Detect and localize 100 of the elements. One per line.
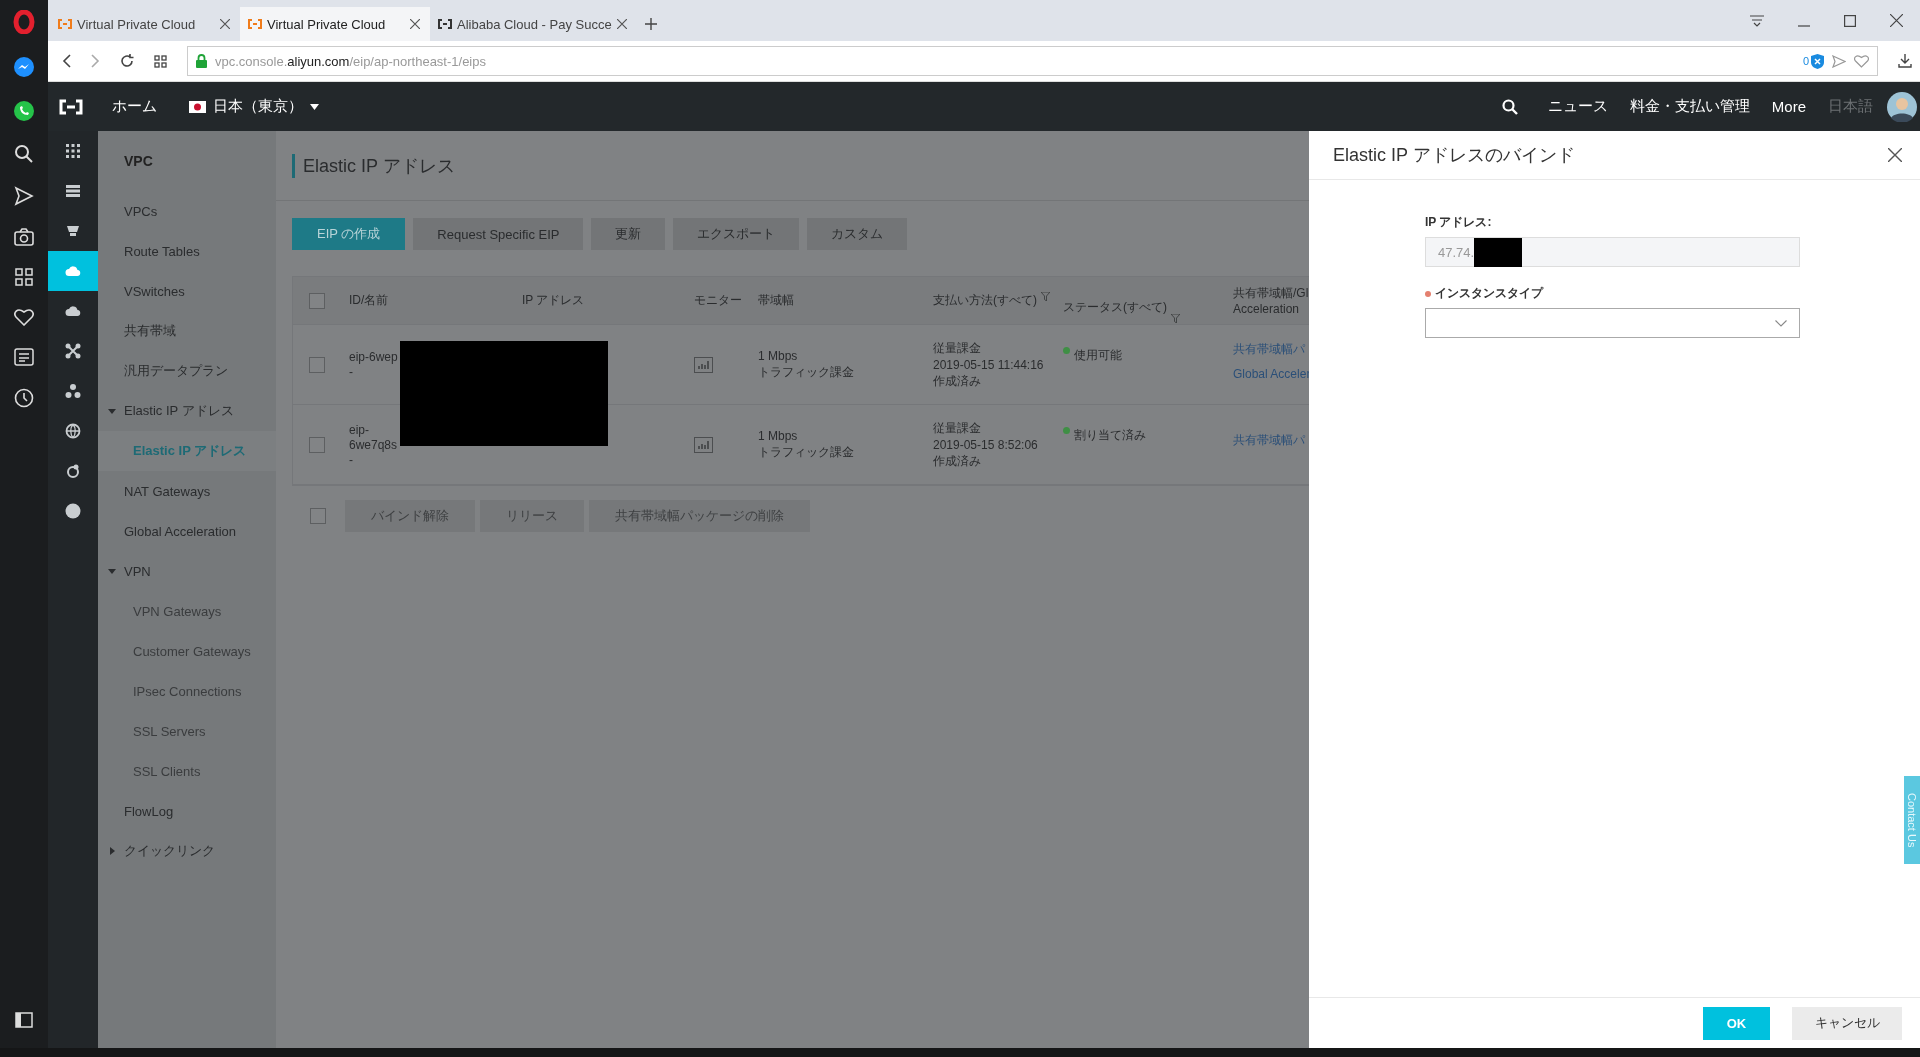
table-cell-text: eip- 6we7q8s -: [348, 421, 399, 469]
table-cell-text: 1 Mbps トラフィック課金: [757, 427, 855, 461]
sidebar-item[interactable]: Elastic IP アドレス: [98, 391, 276, 431]
column-header: 共有帯域幅/Gl Acceleration: [1232, 285, 1309, 318]
toolbar-button[interactable]: カスタム: [807, 218, 908, 250]
sidebar-title: VPC: [123, 152, 154, 171]
toolbar-button[interactable]: Request Specific EIP: [413, 218, 584, 250]
sidebar-subitem[interactable]: IPsec Connections: [98, 671, 276, 711]
caret-icon: [310, 103, 319, 110]
maximize-icon[interactable]: [1844, 15, 1856, 27]
search-icon[interactable]: [1501, 98, 1518, 115]
column-header: IP アドレス: [521, 292, 586, 309]
toolbar-button[interactable]: EIP の作成: [292, 218, 406, 250]
column-header: 帯域幅: [757, 292, 795, 309]
checkbox[interactable]: [309, 436, 325, 453]
caret-icon: [108, 407, 116, 415]
sidebar-item[interactable]: VPN: [98, 551, 276, 591]
circle-icon: [65, 503, 81, 519]
new-tab-icon[interactable]: [644, 18, 657, 30]
whatsapp-icon[interactable]: [13, 100, 35, 122]
sidebar-item[interactable]: 共有帯域: [98, 311, 276, 351]
caret-icon: [108, 847, 116, 855]
flag-icon: [189, 100, 206, 113]
browser-tab[interactable]: Alibaba Cloud - Pay Succe: [430, 7, 637, 41]
close-icon[interactable]: [220, 19, 230, 29]
grid-icon: [65, 143, 81, 159]
close-icon[interactable]: [616, 19, 627, 29]
language-link[interactable]: 日本語: [1828, 97, 1873, 116]
redaction-block: [1474, 237, 1523, 267]
reload-icon[interactable]: [120, 54, 134, 68]
browser-tab[interactable]: Virtual Private Cloud: [50, 7, 240, 41]
sidebar-item[interactable]: VPCs: [98, 191, 276, 231]
sidebar-item[interactable]: NAT Gateways: [98, 471, 276, 511]
cloud-icon: [65, 263, 81, 279]
sidebar-item[interactable]: クイックリンク: [98, 831, 276, 871]
table-cell-text: 従量課金 2019-05-15 8:52:06 作成済み: [932, 419, 1039, 470]
table-cell-text: 1 Mbps トラフィック課金: [757, 347, 855, 381]
console-logo-icon[interactable]: [58, 98, 84, 115]
home-link[interactable]: ホーム: [112, 97, 157, 116]
clock-icon[interactable]: [14, 388, 34, 408]
cloud-logo-icon: [438, 19, 452, 29]
table-cell-text: 従量課金 2019-05-15 11:44:16 作成済み: [932, 339, 1045, 390]
close-icon[interactable]: [1890, 14, 1903, 27]
avatar-icon[interactable]: [1887, 91, 1917, 122]
grid-icon[interactable]: [15, 268, 33, 286]
news-icon[interactable]: [14, 348, 34, 366]
search-icon[interactable]: [14, 144, 34, 164]
browser-logo-icon[interactable]: [13, 10, 35, 34]
ip-address-field[interactable]: 47.74.: [1425, 237, 1800, 267]
sidebar-item[interactable]: FlowLog: [98, 791, 276, 831]
toolbar-button[interactable]: 更新: [591, 218, 666, 250]
download-icon[interactable]: [1898, 54, 1912, 68]
nav-link[interactable]: 料金・支払い管理: [1629, 97, 1750, 116]
drawer-title: Elastic IP アドレスのバインド: [1333, 144, 1575, 167]
network-icon: [65, 343, 81, 359]
sidebar-item[interactable]: Route Tables: [98, 231, 276, 271]
sidebar-subitem[interactable]: VPN Gateways: [98, 591, 276, 631]
blocked-count: 0: [1802, 55, 1809, 67]
browser-tab[interactable]: Virtual Private Cloud: [240, 7, 430, 41]
table-cell-text: eip-6wep -: [348, 349, 399, 381]
sidebar-toggle-icon[interactable]: [15, 1012, 33, 1028]
sidebar-subitem[interactable]: SSL Clients: [98, 751, 276, 791]
dialog-button[interactable]: OK: [1703, 1006, 1770, 1040]
checkbox[interactable]: [310, 508, 326, 524]
table-link[interactable]: 共有帯域幅パ: [1233, 340, 1305, 358]
close-icon[interactable]: [410, 19, 420, 29]
column-header: ID/名前: [348, 292, 390, 309]
field-label: IP アドレス:: [1425, 214, 1492, 231]
caret-icon: [108, 567, 116, 575]
field-label: インスタンスタイプ: [1435, 285, 1543, 302]
table-link[interactable]: 共有帯域幅パ: [1233, 432, 1305, 449]
dialog-button[interactable]: キャンセル: [1792, 1006, 1902, 1040]
contact-us-tab[interactable]: Contact Us: [1904, 776, 1920, 864]
tabs-menu-icon[interactable]: [1750, 15, 1764, 27]
nav-link[interactable]: ニュース: [1547, 97, 1608, 116]
sidebar-item[interactable]: 汎用データプラン: [98, 351, 276, 391]
camera-icon[interactable]: [14, 228, 34, 246]
column-header: ステータス(すべて): [1055, 277, 1225, 324]
server-icon: [65, 183, 81, 199]
messenger-icon[interactable]: [13, 56, 35, 78]
checkbox[interactable]: [309, 292, 325, 309]
cloud-icon: [65, 303, 81, 319]
status-text: 使用可能: [1074, 347, 1122, 364]
nodes-icon: [65, 383, 81, 399]
sidebar-item[interactable]: Global Acceleration: [98, 511, 276, 551]
globe-icon: [65, 423, 81, 439]
sidebar-subitem[interactable]: SSL Servers: [98, 711, 276, 751]
checkbox[interactable]: [309, 356, 325, 373]
sidebar-subitem[interactable]: Customer Gateways: [98, 631, 276, 671]
speed-dial-icon[interactable]: [154, 54, 167, 68]
nav-link[interactable]: More: [1771, 98, 1806, 115]
cloud-logo-icon: [248, 19, 262, 29]
address-field[interactable]: vpc.console.aliyun.com/eip/ap-northeast-1/eips 0: [187, 46, 1878, 76]
region-selector[interactable]: 日本（東京）: [189, 97, 319, 116]
sidebar-item[interactable]: VSwitches: [98, 271, 276, 311]
status-text: 割り当て済み: [1074, 427, 1146, 444]
cloud-logo-icon: [58, 19, 72, 29]
lock-icon: [196, 54, 207, 68]
back-icon[interactable]: [62, 54, 71, 68]
close-icon[interactable]: [1888, 148, 1902, 162]
